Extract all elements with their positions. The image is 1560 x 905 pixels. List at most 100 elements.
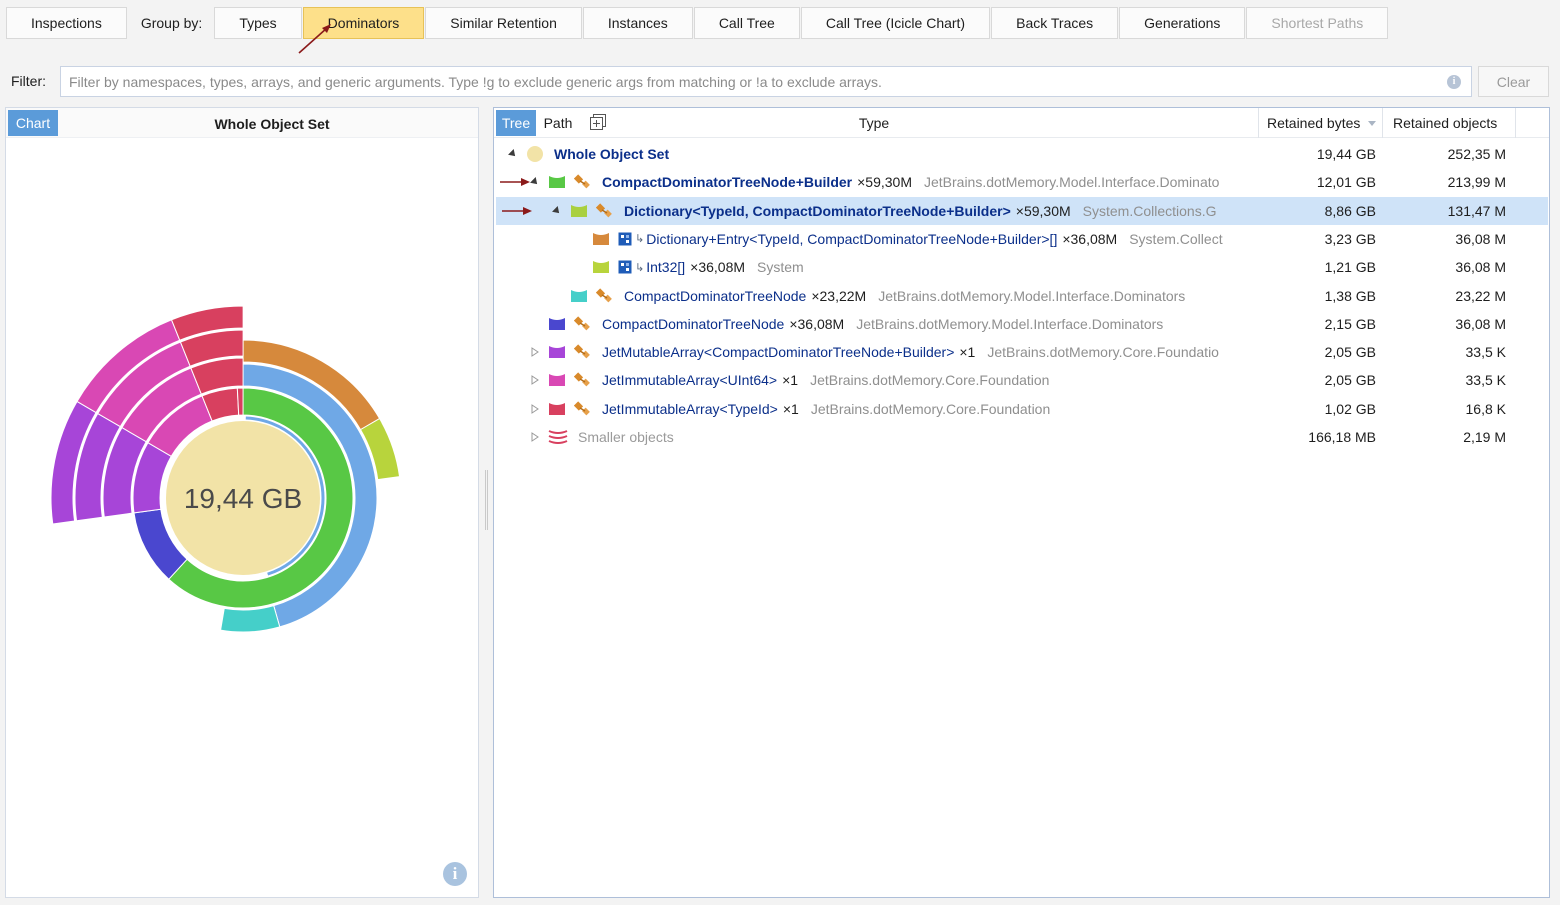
tree-row[interactable]: JetImmutableArray<TypeId> ×1 JetBrains.dot… — [496, 395, 1548, 423]
type-cell: ↳ Dictionary+Entry<TypeId, CompactDominat… — [496, 225, 1252, 253]
namespace: JetBrains.dotMemory.Model.Interface.Domi… — [878, 287, 1186, 304]
color-swatch-icon — [549, 317, 565, 330]
type-name: Dictionary+Entry<TypeId, CompactDominato… — [646, 230, 1058, 247]
retained-objects-value: 36,08 M — [1455, 259, 1506, 276]
expanded-triangle-icon[interactable] — [552, 205, 562, 216]
tab-generations[interactable]: Generations — [1119, 7, 1246, 39]
panel-splitter[interactable] — [485, 470, 488, 530]
sunburst-segment[interactable] — [236, 387, 244, 416]
whole-set-circle-icon — [527, 146, 543, 162]
tree-row[interactable]: JetMutableArray<CompactDominatorTreeNode… — [496, 338, 1548, 366]
collapsed-triangle-icon[interactable] — [530, 432, 540, 442]
namespace: System — [757, 259, 804, 276]
retained-bytes-value: 2,15 GB — [1324, 315, 1376, 332]
chart-header: Chart Whole Object Set — [6, 108, 478, 138]
copy-grid-icon[interactable] — [590, 114, 606, 130]
retained-objects-value: 252,35 M — [1447, 146, 1506, 162]
tab-call-tree[interactable]: Call Tree — [693, 7, 800, 39]
type-name: CompactDominatorTreeNode — [602, 315, 785, 332]
group-by-tabs: Types Dominators Similar Retention Instance… — [214, 7, 1389, 39]
tree-row[interactable]: ↳ Dictionary+Entry<TypeId, CompactDominat… — [496, 225, 1548, 253]
class-type-icon — [596, 202, 612, 217]
retained-bytes-value: 2,05 GB — [1324, 344, 1376, 361]
namespace: JetBrains.dotMemory.Model.Interface.Domi… — [856, 315, 1164, 332]
tab-dominators[interactable]: Dominators — [302, 7, 425, 39]
path-tab[interactable]: Path — [538, 110, 578, 136]
filter-info-icon[interactable]: i — [1447, 75, 1461, 89]
color-swatch-icon — [593, 232, 609, 245]
filter-input[interactable] — [67, 72, 1437, 91]
type-cell: Whole Object Set — [496, 140, 1252, 168]
color-swatch-icon — [549, 402, 565, 415]
type-cell: CompactDominatorTreeNode ×23,22M JetBrains… — [496, 282, 1252, 310]
class-type-icon — [574, 344, 590, 359]
tree-row[interactable]: Smaller objects 166,18 MB 2,19 M — [496, 423, 1548, 451]
tree-row[interactable]: Dictionary<TypeId, CompactDominatorTreeN… — [496, 196, 1548, 225]
chart-tab[interactable]: Chart — [8, 110, 58, 136]
namespace: System.Collections.G — [1082, 202, 1217, 219]
retained-objects-value: 33,5 K — [1465, 344, 1506, 361]
namespace: JetBrains.dotMemory.Core.Foundation — [810, 372, 1050, 389]
retained-objects-value: 16,8 K — [1465, 400, 1506, 417]
tree-row[interactable]: CompactDominatorTreeNode ×36,08M JetBrains… — [496, 310, 1548, 338]
tree-row[interactable]: JetImmutableArray<UInt64> ×1 JetBrains.dot… — [496, 366, 1548, 394]
color-swatch-icon — [571, 289, 587, 302]
tree-tab[interactable]: Tree — [496, 110, 536, 136]
tree-row[interactable]: CompactDominatorTreeNode+Builder ×59,30M J… — [496, 168, 1548, 196]
class-type-icon — [596, 287, 612, 302]
retained-objects-value: 131,47 M — [1447, 202, 1506, 219]
namespace: JetBrains.dotMemory.Core.Foundation — [810, 400, 1051, 417]
namespace: JetBrains.dotMemory.Core.Foundatio — [987, 344, 1219, 361]
chart-info-icon[interactable]: i — [443, 862, 467, 886]
retained-objects-value: 36,08 M — [1455, 230, 1506, 247]
collapsed-triangle-icon[interactable] — [530, 375, 540, 386]
instance-count: ×59,30M — [857, 174, 912, 191]
sunburst-segment[interactable] — [220, 605, 281, 633]
tab-similar-retention[interactable]: Similar Retention — [425, 7, 582, 39]
type-cell: ↳ Int32[] ×36,08M System — [496, 253, 1252, 281]
tab-shortest-paths[interactable]: Shortest Paths — [1246, 7, 1389, 39]
type-cell: Dictionary<TypeId, CompactDominatorTreeN… — [496, 197, 1252, 225]
tab-types[interactable]: Types — [214, 7, 302, 39]
pinned-icon: ↳ — [635, 233, 645, 246]
retained-bytes-value: 1,02 GB — [1324, 400, 1376, 417]
chart-panel: Chart Whole Object Set 19,44 GB i — [5, 107, 479, 898]
type-cell: Smaller objects — [496, 423, 1252, 451]
struct-type-icon — [618, 260, 632, 274]
pinned-icon: ↳ — [635, 261, 645, 274]
tree-panel: Tree Path Type Retained bytes Retained o… — [493, 107, 1550, 898]
column-retained-bytes[interactable]: Retained bytes — [1258, 108, 1382, 138]
chart-title: Whole Object Set — [214, 116, 330, 132]
column-retained-objects[interactable]: Retained objects — [1382, 108, 1516, 138]
instance-count: ×36,08M — [1062, 230, 1118, 247]
expanded-triangle-icon[interactable] — [508, 149, 518, 159]
tree-row[interactable]: ↳ Int32[] ×36,08M System 1,21 GB 36,08 M — [496, 253, 1548, 281]
tree-row[interactable]: Whole Object Set 19,44 GB 252,35 M — [496, 140, 1548, 168]
column-type[interactable]: Type — [614, 108, 1134, 138]
type-name: JetImmutableArray<TypeId> — [602, 400, 778, 417]
inspections-button[interactable]: Inspections — [6, 7, 127, 39]
type-name: JetImmutableArray<UInt64> — [602, 372, 778, 389]
namespace: JetBrains.dotMemory.Model.Interface.Domi… — [923, 174, 1220, 191]
tab-back-traces[interactable]: Back Traces — [991, 7, 1119, 39]
tab-instances[interactable]: Instances — [582, 7, 693, 39]
expanded-triangle-icon[interactable] — [530, 177, 540, 188]
filter-label: Filter: — [11, 73, 46, 89]
filter-field: i — [60, 66, 1472, 97]
collapsed-triangle-icon[interactable] — [530, 403, 540, 414]
tab-call-tree-icicle-chart[interactable]: Call Tree (Icicle Chart) — [800, 7, 991, 39]
type-name: Whole Object Set — [554, 146, 670, 162]
tree-row[interactable]: CompactDominatorTreeNode ×23,22M JetBrains… — [496, 282, 1548, 310]
class-type-icon — [574, 401, 590, 416]
retained-objects-value: 23,22 M — [1455, 287, 1506, 304]
tree-header: Tree Path Type Retained bytes Retained o… — [494, 108, 1549, 138]
sunburst-chart[interactable]: 19,44 GB — [6, 138, 478, 858]
class-type-icon — [574, 174, 590, 189]
collapsed-triangle-icon[interactable] — [530, 347, 540, 358]
type-name: Smaller objects — [578, 429, 674, 445]
retained-bytes-value: 1,21 GB — [1324, 259, 1376, 276]
type-cell: CompactDominatorTreeNode+Builder ×59,30M J… — [496, 168, 1252, 196]
clear-button[interactable]: Clear — [1478, 66, 1549, 97]
